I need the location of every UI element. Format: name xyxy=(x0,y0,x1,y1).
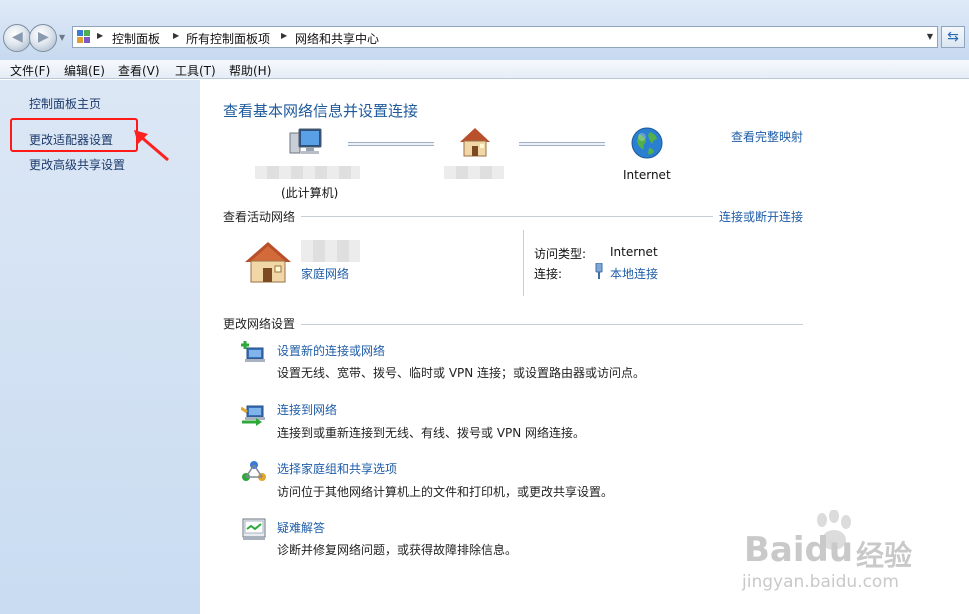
blurred-computer-name xyxy=(255,166,360,179)
menu-bar: 文件(F) 编辑(E) 查看(V) 工具(T) 帮助(H) xyxy=(0,60,969,79)
address-bar[interactable]: ▶ 控制面板 ▶ 所有控制面板项 ▶ 网络和共享中心 ▼ xyxy=(72,26,938,48)
watermark-brand: Baidu xyxy=(744,530,854,570)
globe-icon xyxy=(631,127,663,159)
homegroup-icon xyxy=(242,461,266,481)
back-button[interactable]: ◀ xyxy=(3,24,31,52)
connection-label: 连接: xyxy=(534,267,563,281)
menu-edit[interactable]: 编辑(E) xyxy=(64,62,105,79)
see-full-map-link[interactable]: 查看完整映射 xyxy=(731,128,803,145)
menu-help[interactable]: 帮助(H) xyxy=(229,62,271,79)
ethernet-icon xyxy=(595,263,603,279)
access-type-label: 访问类型: xyxy=(534,247,587,261)
address-dropdown-icon[interactable]: ▼ xyxy=(927,32,933,41)
computer-caption: (此计算机) xyxy=(281,186,339,200)
home-network-link[interactable]: 家庭网络 xyxy=(301,265,349,282)
troubleshoot-icon xyxy=(242,518,266,540)
highlight-box xyxy=(10,118,138,152)
new-connection-icon xyxy=(241,341,265,362)
page-title: 查看基本网络信息并设置连接 xyxy=(223,102,419,120)
breadcrumb-control-panel[interactable]: 控制面板 xyxy=(112,30,160,47)
sidebar-item-advanced-sharing[interactable]: 更改高级共享设置 xyxy=(29,156,125,173)
refresh-button[interactable]: ⇆ xyxy=(941,26,965,48)
internet-caption: Internet xyxy=(623,168,671,182)
watermark-brand-suffix: 经验 xyxy=(856,539,913,572)
divider xyxy=(301,216,713,217)
connect-network-icon xyxy=(241,405,265,426)
breadcrumb-separator-icon[interactable]: ▶ xyxy=(173,31,179,40)
home-network-icon xyxy=(460,128,490,157)
history-dropdown-icon[interactable]: ▼ xyxy=(59,33,65,42)
task-troubleshoot-link[interactable]: 疑难解答 xyxy=(277,519,325,536)
menu-view[interactable]: 查看(V) xyxy=(118,62,160,79)
active-networks-heading: 查看活动网络 xyxy=(223,210,296,224)
menu-file[interactable]: 文件(F) xyxy=(10,62,50,79)
control-panel-icon xyxy=(77,30,91,44)
task-troubleshoot-desc: 诊断并修复网络问题，或获得故障排除信息。 xyxy=(277,543,518,557)
connect-disconnect-link[interactable]: 连接或断开连接 xyxy=(719,208,803,225)
task-new-connection-link[interactable]: 设置新的连接或网络 xyxy=(277,342,385,359)
home-network-large-icon xyxy=(245,242,291,283)
menu-tools[interactable]: 工具(T) xyxy=(175,62,216,79)
forward-button[interactable]: ▶ xyxy=(29,24,57,52)
breadcrumb-separator-icon[interactable]: ▶ xyxy=(97,31,103,40)
network-link-line xyxy=(519,142,605,146)
watermark-url: jingyan.baidu.com xyxy=(742,572,899,592)
task-connect-network-link[interactable]: 连接到网络 xyxy=(277,401,337,418)
computer-icon xyxy=(289,128,322,154)
task-homegroup-link[interactable]: 选择家庭组和共享选项 xyxy=(277,460,397,477)
task-homegroup-desc: 访问位于其他网络计算机上的文件和打印机，或更改共享设置。 xyxy=(277,485,614,499)
blurred-network-name xyxy=(444,166,504,179)
sidebar-item-control-panel-home[interactable]: 控制面板主页 xyxy=(29,95,101,112)
network-link-line xyxy=(348,142,434,146)
breadcrumb-all-items[interactable]: 所有控制面板项 xyxy=(186,30,270,47)
divider xyxy=(301,324,803,325)
task-connect-network-desc: 连接到或重新连接到无线、有线、拨号或 VPN 网络连接。 xyxy=(277,426,586,440)
back-icon: ◀ xyxy=(12,29,23,45)
access-type-value: Internet xyxy=(610,245,658,259)
address-bar-area: ◀ ▶ ▼ ▶ 控制面板 ▶ 所有控制面板项 ▶ 网络和共享中心 ▼ ⇆ xyxy=(0,0,969,60)
breadcrumb-separator-icon[interactable]: ▶ xyxy=(281,31,287,40)
breadcrumb-network-center[interactable]: 网络和共享中心 xyxy=(295,30,379,47)
blurred-active-network-name xyxy=(301,240,360,262)
annotation-arrow-icon xyxy=(134,130,169,162)
local-connection-link[interactable]: 本地连接 xyxy=(610,265,658,282)
baidu-watermark: Baidu 经验 jingyan.baidu.com xyxy=(738,510,968,610)
refresh-icon: ⇆ xyxy=(947,29,959,45)
task-new-connection-desc: 设置无线、宽带、拨号、临时或 VPN 连接；或设置路由器或访问点。 xyxy=(277,366,646,380)
forward-icon: ▶ xyxy=(38,29,49,45)
change-settings-heading: 更改网络设置 xyxy=(223,317,296,331)
vertical-divider xyxy=(523,230,524,296)
